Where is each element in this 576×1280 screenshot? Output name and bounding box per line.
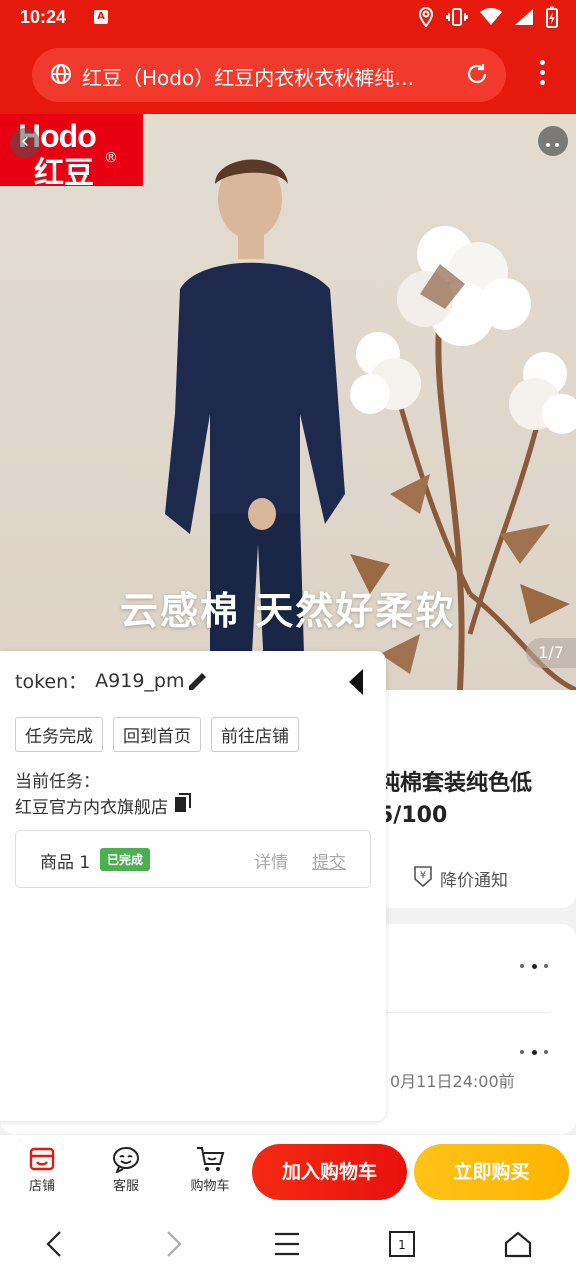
menu-icon[interactable] [274, 1230, 300, 1262]
go-to-shop-button[interactable]: 前往店铺 [211, 717, 299, 752]
more-dots-icon[interactable] [520, 1049, 550, 1056]
product-name: 纯棉套装纯色低 5/100 [378, 771, 533, 828]
image-counter: 1/7 [526, 638, 576, 668]
forward-arrow-icon[interactable] [162, 1230, 184, 1262]
copy-icon[interactable] [174, 793, 192, 818]
task-complete-button[interactable]: 任务完成 [15, 717, 103, 752]
tabs-icon[interactable]: 1 [389, 1230, 415, 1262]
detail-link[interactable]: 详情 [254, 848, 288, 873]
location-icon [418, 6, 434, 31]
task-panel: token： A919_pm 任务完成 回到首页 前往店铺 当前任务： 红豆官方… [0, 651, 386, 1121]
app-notification-icon: A [94, 10, 108, 24]
edit-icon[interactable] [186, 669, 210, 697]
token-value: A919_pm [95, 669, 185, 692]
price-notify-button[interactable]: ¥ 降价通知 [412, 864, 508, 893]
shop-icon [12, 1143, 72, 1175]
battery-icon [546, 6, 558, 32]
back-arrow-icon[interactable] [44, 1230, 66, 1262]
globe-icon [50, 63, 72, 89]
buy-now-button[interactable]: 立即购买 [414, 1144, 569, 1200]
status-bar: 10:24 A [0, 0, 576, 36]
service-tab[interactable]: 客服 [96, 1143, 156, 1194]
signal-icon [514, 8, 534, 30]
chat-icon [96, 1143, 156, 1175]
logo-registered: ® [104, 150, 118, 166]
cart-icon [180, 1143, 240, 1175]
home-icon[interactable] [504, 1230, 532, 1262]
submit-link[interactable]: 提交 [312, 848, 346, 873]
address-bar[interactable]: 红豆（Hodo）红豆内衣秋衣秋裤纯… [32, 48, 506, 102]
token-label: token： [15, 671, 88, 693]
task-item-label: 商品 1 [40, 853, 91, 873]
logo-text-cn: 红豆 [34, 156, 94, 191]
browser-toolbar: 红豆（Hodo）红豆内衣秋衣秋裤纯… [0, 36, 576, 114]
current-shop: 红豆官方内衣旗舰店 [15, 793, 192, 818]
collapse-panel-icon[interactable] [348, 669, 364, 699]
task-item: 商品 1 已完成 详情 提交 [15, 830, 371, 888]
product-image[interactable]: Hodo 红豆 ® ‹ 云感棉 天然好柔软 1/7 [0, 114, 576, 690]
bottom-action-bar: 店铺 客服 购物车 加入购物车 立即购买 [0, 1134, 576, 1207]
add-to-cart-button[interactable]: 加入购物车 [252, 1144, 407, 1200]
shop-tab[interactable]: 店铺 [12, 1143, 72, 1194]
back-button[interactable]: ‹ [10, 128, 40, 158]
more-button[interactable] [538, 126, 568, 156]
svg-text:¥: ¥ [420, 870, 426, 881]
wifi-icon [480, 7, 502, 30]
overflow-menu-icon[interactable] [540, 60, 546, 90]
token-row: token： A919_pm [15, 667, 184, 694]
status-time: 10:24 [20, 7, 67, 27]
page-title: 红豆（Hodo）红豆内衣秋衣秋裤纯… [82, 66, 415, 90]
svg-text:1: 1 [398, 1238, 406, 1252]
browser-nav-bar: 1 [0, 1206, 576, 1280]
price-tag-icon: ¥ [412, 864, 434, 893]
cart-tab[interactable]: 购物车 [180, 1143, 240, 1194]
status-badge: 已完成 [100, 848, 151, 871]
hero-caption: 云感棉 天然好柔软 [120, 589, 456, 633]
vibrate-icon [446, 7, 468, 31]
current-task-label: 当前任务： [15, 772, 100, 792]
back-home-button[interactable]: 回到首页 [113, 717, 201, 752]
deadline-text: 0月11日24:00前 [390, 1072, 515, 1091]
more-dots-icon[interactable] [520, 963, 550, 970]
reload-icon[interactable] [464, 61, 490, 91]
chevron-left-icon: ‹ [20, 129, 30, 154]
task-actions: 任务完成 回到首页 前往店铺 [15, 717, 299, 752]
